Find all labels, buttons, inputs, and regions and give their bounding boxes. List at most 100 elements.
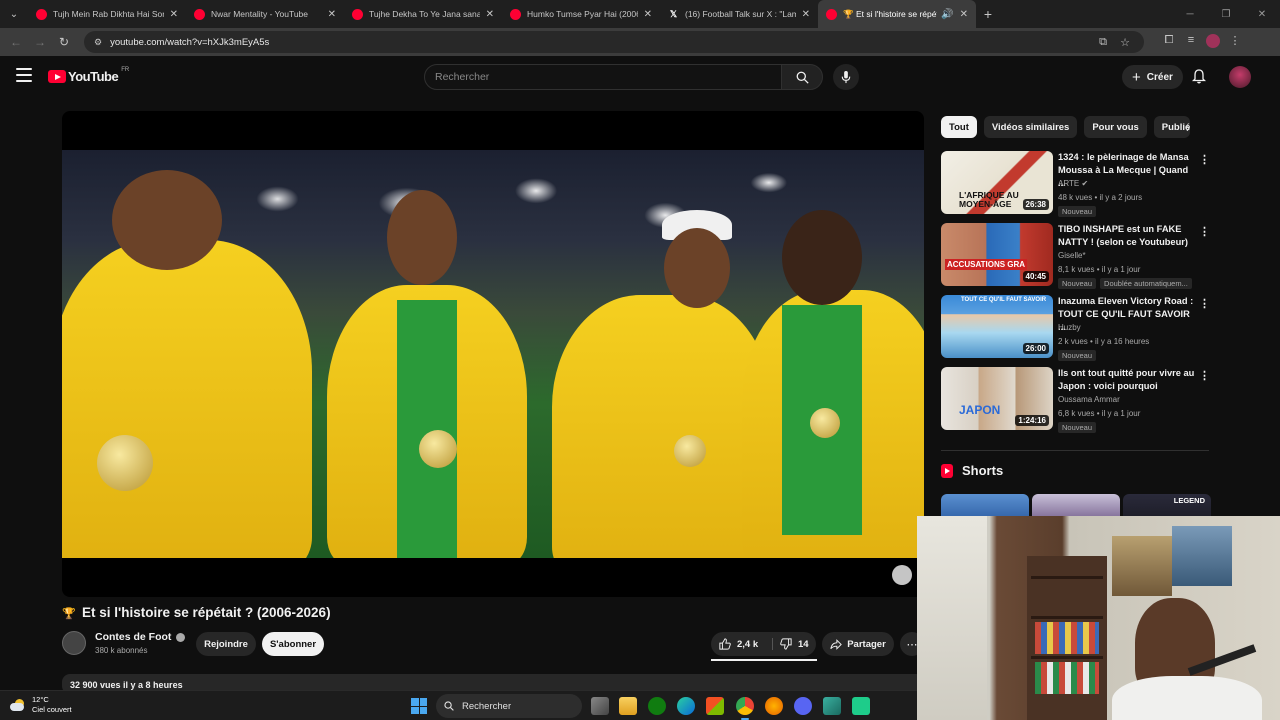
xbox-app-icon[interactable] — [648, 697, 666, 715]
window-controls: ─ ❐ ✕ — [1172, 0, 1280, 28]
browser-menu-icon[interactable]: ⋮ — [1224, 34, 1246, 51]
channel-row: Contes de Foot 380 k abonnés Rejoindre S… — [62, 629, 924, 661]
menu-icon[interactable] — [16, 68, 32, 82]
youtube-logo[interactable]: YouTube FR — [48, 66, 130, 84]
country-code: FR — [121, 66, 130, 73]
more-options-icon[interactable]: ⋮ — [1199, 297, 1210, 310]
app-icon[interactable] — [852, 697, 870, 715]
notifications-bell-icon[interactable] — [1191, 69, 1207, 89]
browser-tab[interactable]: Humko Tumse Pyar Hai (2006) | ✕ — [502, 0, 660, 28]
task-view-icon[interactable] — [591, 697, 609, 715]
thumbnail-text: ACCUSATIONS GRA — [945, 259, 1028, 270]
new-tab-icon[interactable]: + — [976, 6, 1000, 22]
channel-avatar[interactable] — [62, 631, 86, 655]
chip-for-you[interactable]: Pour vous — [1084, 116, 1147, 138]
trophy-icon: 🏆 — [62, 607, 76, 620]
minimize-icon[interactable]: ─ — [1172, 9, 1208, 20]
like-button[interactable]: 2,4 k — [711, 638, 773, 650]
discord-app-icon[interactable] — [794, 697, 812, 715]
close-tab-icon[interactable]: ✕ — [328, 9, 336, 20]
close-tab-icon[interactable]: ✕ — [170, 9, 178, 20]
channel-name[interactable]: Contes de Foot — [95, 631, 186, 643]
video-frame[interactable] — [62, 150, 924, 558]
chrome-browser-icon[interactable] — [736, 697, 754, 720]
edge-browser-icon[interactable] — [677, 697, 695, 715]
windows-start-icon[interactable] — [411, 698, 427, 714]
bookmark-star-icon[interactable]: ☆ — [1114, 36, 1136, 49]
account-avatar[interactable] — [1229, 66, 1251, 88]
player-info-icon[interactable] — [892, 565, 912, 585]
close-tab-icon[interactable]: ✕ — [802, 9, 810, 20]
voice-search-button[interactable] — [833, 64, 859, 90]
share-icon — [830, 638, 843, 650]
duration-badge: 1:24:16 — [1015, 415, 1049, 426]
dislike-button[interactable]: 14 — [773, 638, 809, 650]
install-app-icon[interactable]: ⧉ — [1092, 36, 1114, 49]
recommendation-item[interactable]: ACCUSATIONS GRA 40:45 TIBO INSHAPE est u… — [941, 223, 1211, 289]
recommendation-channel: Oussama Ammar — [1058, 395, 1120, 404]
recommendation-channel: Huzby — [1058, 323, 1081, 332]
firefox-browser-icon[interactable] — [765, 697, 783, 715]
browser-tab[interactable]: Tujh Mein Rab Dikhta Hai Song ✕ — [28, 0, 186, 28]
x-icon: 𝕏 — [669, 8, 678, 19]
verified-icon: ✔ — [1081, 179, 1089, 188]
file-explorer-icon[interactable] — [619, 697, 637, 715]
back-icon[interactable]: ← — [4, 35, 28, 49]
microsoft-store-icon[interactable] — [706, 697, 724, 715]
windows-taskbar: 12°C Ciel couvert Rechercher — [0, 690, 917, 720]
create-button[interactable]: + Créer — [1122, 65, 1183, 89]
url-field[interactable]: ⚙ youtube.com/watch?v=hXJk3mEyA5s ⧉ ☆ — [84, 31, 1144, 53]
video-thumbnail[interactable]: ACCUSATIONS GRA 40:45 — [941, 223, 1053, 286]
profile-icon[interactable] — [1202, 33, 1224, 51]
taskbar-search[interactable]: Rechercher — [436, 694, 582, 718]
thumbnail-text: TOUT CE QU'IL FAUT SAVOIR — [961, 297, 1047, 303]
recommendation-title: TIBO INSHAPE est un FAKE NATTY ! (selon … — [1058, 224, 1188, 247]
chip-recent[interactable]: Publiées récemment — [1153, 116, 1190, 138]
browser-tab[interactable]: Nwar Mentality - YouTube ✕ — [186, 0, 344, 28]
reading-list-icon[interactable]: ≡ — [1180, 34, 1202, 51]
duration-badge: 26:00 — [1022, 343, 1049, 354]
reload-icon[interactable]: ↻ — [52, 35, 76, 49]
thumbs-up-icon — [719, 638, 731, 650]
restore-icon[interactable]: ❐ — [1208, 9, 1244, 20]
subscribe-button[interactable]: S'abonner — [262, 632, 324, 656]
close-window-icon[interactable]: ✕ — [1244, 9, 1280, 20]
more-options-icon[interactable]: ⋮ — [1199, 369, 1210, 382]
recommendation-item[interactable]: L'AFRIQUE AU MOYEN-ÂGE 26:38 1324 : le pè… — [941, 151, 1211, 217]
chip-all[interactable]: Tout — [941, 116, 977, 138]
video-player[interactable] — [62, 111, 924, 597]
shorts-header: Shorts — [941, 463, 1003, 478]
browser-tab[interactable]: Tujhe Dekha To Ye Jana sanam ✕ — [344, 0, 502, 28]
search-input[interactable]: Rechercher — [424, 64, 782, 90]
close-tab-icon[interactable]: ✕ — [486, 9, 494, 20]
speaker-icon[interactable]: 🔊 — [941, 9, 953, 20]
more-options-icon[interactable]: ⋮ — [1199, 225, 1210, 238]
weather-condition: Ciel couvert — [32, 705, 72, 714]
app-icon[interactable] — [823, 697, 841, 715]
site-info-icon[interactable]: ⚙ — [94, 37, 102, 48]
recommendation-item[interactable]: JAPON 1:24:16 Ils ont tout quitté pour v… — [941, 367, 1211, 433]
join-button[interactable]: Rejoindre — [196, 632, 256, 656]
recommendation-channel: Giselle* — [1058, 251, 1086, 260]
forward-icon[interactable]: → — [28, 35, 52, 49]
video-thumbnail[interactable]: JAPON 1:24:16 — [941, 367, 1053, 430]
browser-tab-active[interactable]: 🏆 Et si l'histoire se répétai 🔊 ✕ — [818, 0, 976, 28]
chip-similar[interactable]: Vidéos similaires — [983, 116, 1078, 138]
browser-tab-bar: ⌄ Tujh Mein Rab Dikhta Hai Song ✕ Nwar Me… — [0, 0, 1280, 28]
weather-widget[interactable]: 12°C Ciel couvert — [10, 695, 72, 715]
chevron-right-icon[interactable]: › — [1186, 121, 1190, 135]
section-divider — [941, 450, 1209, 451]
recommendation-item[interactable]: TOUT CE QU'IL FAUT SAVOIR 26:00 Inazuma … — [941, 295, 1211, 361]
close-tab-icon[interactable]: ✕ — [644, 9, 652, 20]
search-button[interactable] — [781, 64, 823, 90]
youtube-icon — [194, 8, 205, 20]
more-options-icon[interactable]: ⋮ — [1199, 153, 1210, 166]
video-thumbnail[interactable]: TOUT CE QU'IL FAUT SAVOIR 26:00 — [941, 295, 1053, 358]
extensions-icon[interactable]: ⧠ — [1158, 34, 1180, 51]
close-tab-icon[interactable]: ✕ — [960, 9, 968, 20]
tab-search-chevron-icon[interactable]: ⌄ — [0, 0, 28, 28]
share-button[interactable]: Partager — [822, 632, 894, 656]
video-thumbnail[interactable]: L'AFRIQUE AU MOYEN-ÂGE 26:38 — [941, 151, 1053, 214]
recommendation-badges: Nouveau — [1058, 206, 1100, 217]
browser-tab[interactable]: 𝕏 (16) Football Talk sur X : "Lamin ✕ — [660, 0, 818, 28]
